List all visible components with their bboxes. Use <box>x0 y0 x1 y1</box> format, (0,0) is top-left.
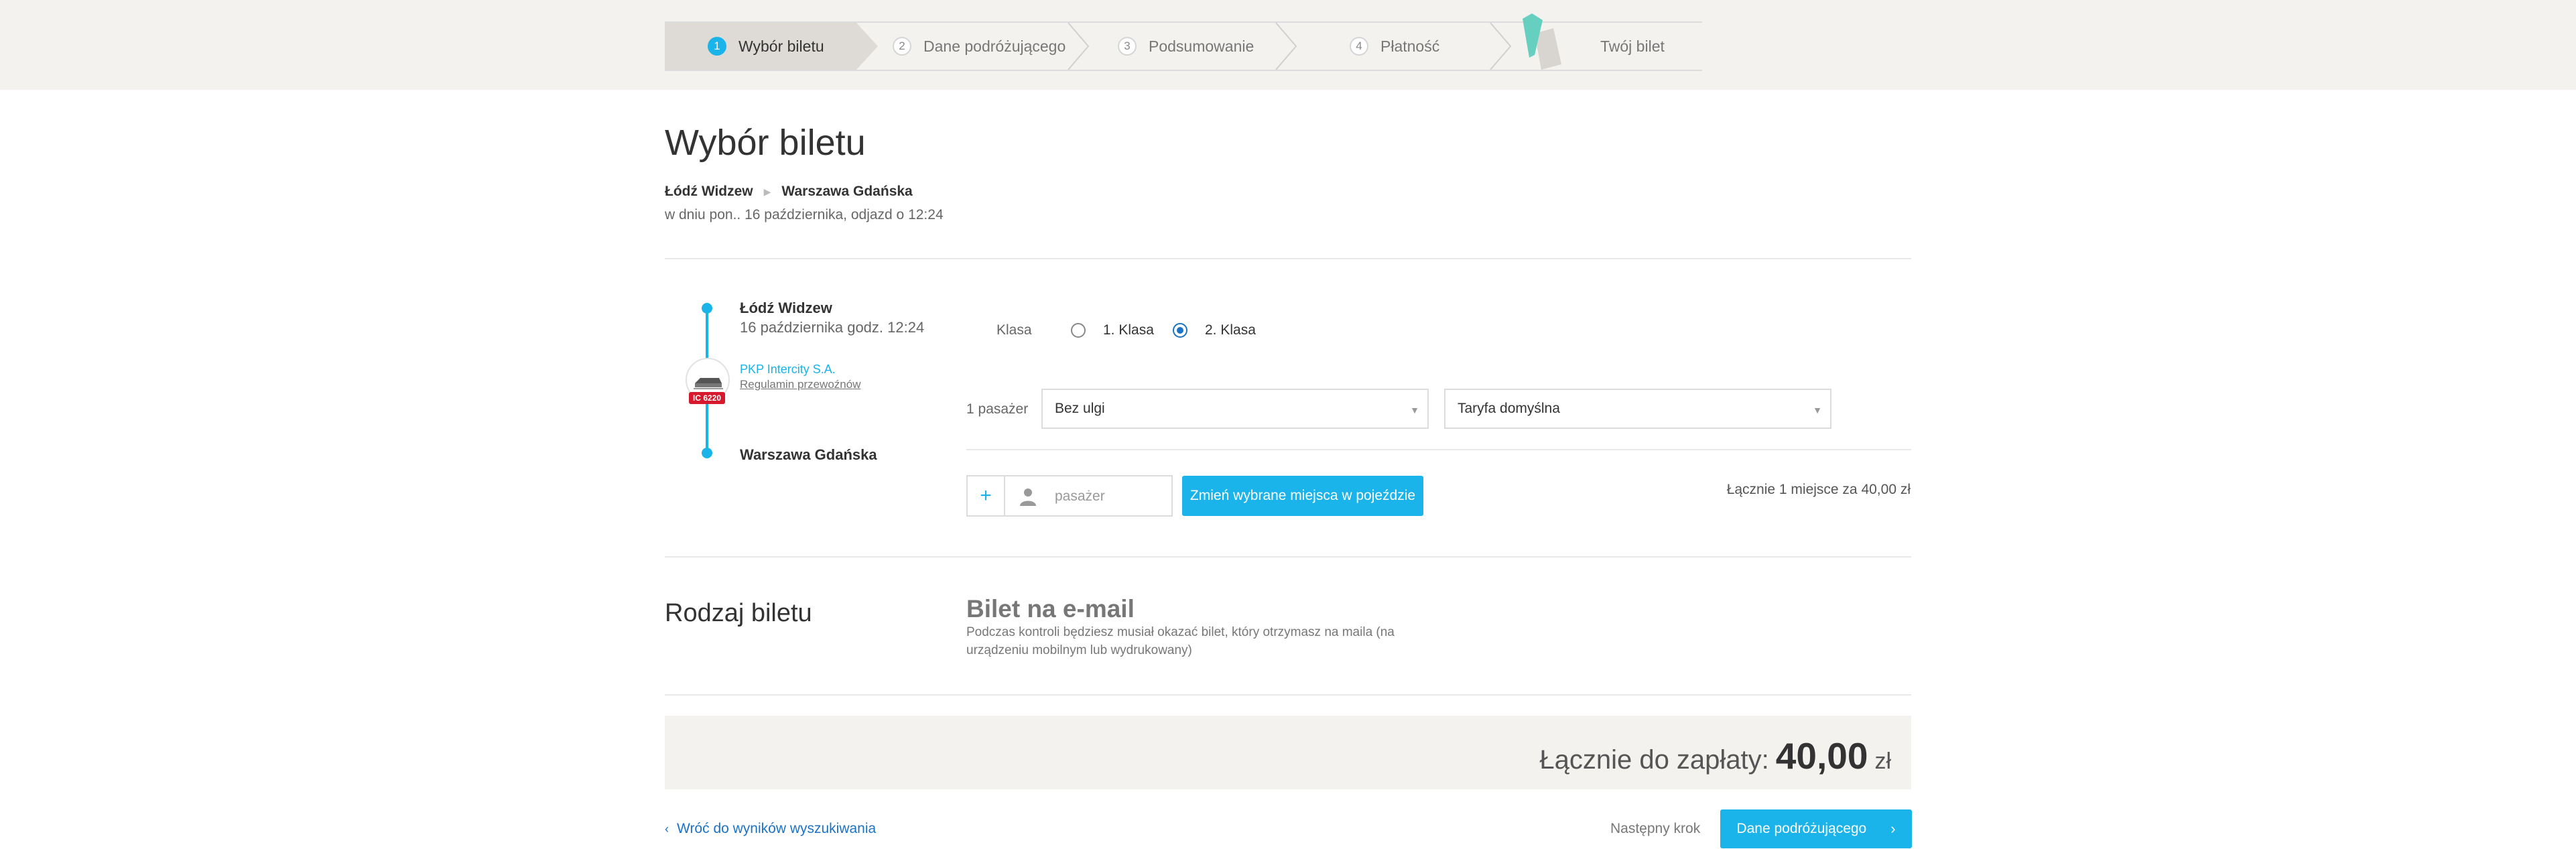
progress-stepper: 1 Wybór biletu 2 Dane podróżującego 3 Po… <box>665 13 1702 71</box>
chevron-down-icon: ▼ <box>1410 405 1419 415</box>
timeline-line-top <box>706 308 708 363</box>
step-1-ticket-choice[interactable]: 1 Wybór biletu <box>708 21 824 71</box>
step-label: Płatność <box>1380 37 1440 55</box>
divider <box>665 258 1911 259</box>
train-number-badge: IC 6220 <box>689 392 725 404</box>
passenger-input[interactable] <box>1055 484 1162 509</box>
tariff-select[interactable]: Taryfa domyślna ▼ <box>1444 389 1831 429</box>
plus-icon: + <box>980 484 992 507</box>
class-1-radio[interactable] <box>1071 323 1086 338</box>
step-label: Podsumowanie <box>1149 37 1254 55</box>
divider <box>966 449 1911 450</box>
tariff-value: Taryfa domyślna <box>1458 401 1560 416</box>
step-number: 4 <box>1350 37 1368 56</box>
chevron-left-icon: ‹ <box>665 822 669 836</box>
step-4-payment[interactable]: 4 Płatność <box>1350 21 1439 71</box>
page-title: Wybór biletu <box>665 123 866 163</box>
divider <box>665 694 1911 696</box>
chevron-right-icon: › <box>1890 820 1896 837</box>
class-2-label[interactable]: 2. Klasa <box>1205 322 1256 338</box>
step-2-traveller-data[interactable]: 2 Dane podróżującego <box>893 21 1066 71</box>
add-passenger-button[interactable]: + <box>966 475 1005 517</box>
discount-select[interactable]: Bez ulgi ▼ <box>1041 389 1429 429</box>
departure-station: Łódź Widzew <box>740 300 832 316</box>
carrier-rules-link[interactable]: Regulamin przewoźnów <box>740 378 860 391</box>
timeline-line-bottom <box>706 399 708 453</box>
step-number: 1 <box>708 37 726 56</box>
timeline-departure-dot <box>702 303 712 314</box>
route-arrow-icon: ▶ <box>763 186 771 197</box>
back-to-results-link[interactable]: ‹ Wróć do wyników wyszukiwania <box>665 821 876 837</box>
top-stepper-band: 1 Wybór biletu 2 Dane podróżującego 3 Po… <box>0 0 2576 90</box>
person-icon <box>1020 488 1036 506</box>
next-step-button[interactable]: Dane podróżującego › <box>1720 809 1912 848</box>
step-3-summary[interactable]: 3 Podsumowanie <box>1118 21 1254 71</box>
total-value: 40,00 <box>1775 735 1868 777</box>
carrier-name: PKP Intercity S.A. <box>740 363 836 376</box>
ticket-type-title: Bilet na e-mail <box>966 595 1135 623</box>
route-date-subtitle: w dniu pon.. 16 października, odjazd o 1… <box>665 207 944 222</box>
divider <box>665 556 1911 558</box>
total-label: Łącznie do zapłaty: <box>1539 745 1769 775</box>
ticket-icon <box>1523 13 1561 70</box>
departure-time: 16 października godz. 12:24 <box>740 319 925 336</box>
route-to: Warszawa Gdańska <box>781 184 913 199</box>
next-step-label: Następny krok <box>1610 821 1701 836</box>
chevron-down-icon: ▼ <box>1813 405 1822 415</box>
route-summary: Łódź Widzew ▶ Warszawa Gdańska <box>665 184 913 200</box>
next-button-label: Dane podróżującego <box>1736 821 1867 836</box>
route-from: Łódź Widzew <box>665 184 753 199</box>
total-bar: Łącznie do zapłaty: 40,00 zł <box>665 716 1911 789</box>
back-link-label: Wróć do wyników wyszukiwania <box>677 821 877 836</box>
step-5-your-ticket[interactable]: Twój bilet <box>1600 21 1665 71</box>
change-seats-button[interactable]: Zmień wybrane miejsca w pojeździe <box>1182 476 1423 516</box>
class-2-radio[interactable] <box>1173 323 1187 338</box>
passenger-input-box[interactable] <box>1004 475 1173 517</box>
total-currency: zł <box>1874 748 1891 774</box>
total-amount: Łącznie do zapłaty: 40,00 zł <box>1539 734 1891 777</box>
passenger-count: 1 pasażer <box>966 401 1029 417</box>
arrival-station: Warszawa Gdańska <box>740 446 877 463</box>
class-1-label[interactable]: 1. Klasa <box>1103 322 1154 338</box>
timeline-arrival-dot <box>702 448 712 458</box>
seats-total: Łącznie 1 miejsce za 40,00 zł <box>1726 482 1911 497</box>
ticket-type-heading: Rodzaj biletu <box>665 599 812 627</box>
step-label: Dane podróżującego <box>923 37 1066 55</box>
discount-value: Bez ulgi <box>1055 401 1105 416</box>
step-label: Wybór biletu <box>738 37 824 55</box>
step-label: Twój bilet <box>1600 37 1665 55</box>
step-number: 3 <box>1118 37 1137 56</box>
step-number: 2 <box>893 37 911 56</box>
ticket-type-description: Podczas kontroli będziesz musiał okazać … <box>966 625 1395 657</box>
class-label: Klasa <box>996 322 1032 338</box>
